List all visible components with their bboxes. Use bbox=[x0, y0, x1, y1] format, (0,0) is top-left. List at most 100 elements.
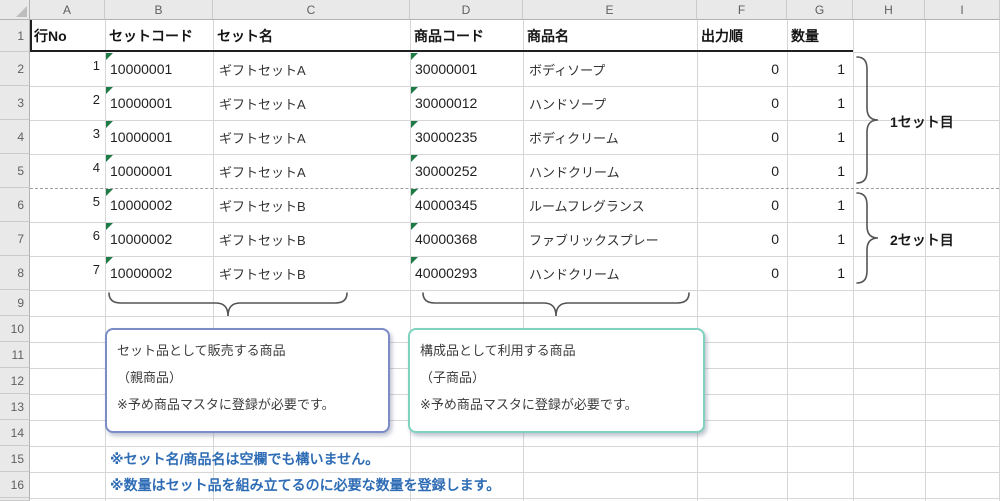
column-header-e[interactable]: E bbox=[523, 0, 697, 20]
error-triangle-icon bbox=[106, 189, 113, 196]
cell-F3[interactable]: 0 bbox=[697, 86, 787, 120]
cell-C5[interactable]: ギフトセットA bbox=[213, 154, 410, 188]
row-header-9[interactable]: 9 bbox=[0, 290, 30, 316]
cell-C7[interactable]: ギフトセットB bbox=[213, 222, 410, 256]
set1-brace-icon[interactable] bbox=[855, 56, 881, 184]
column-header-f[interactable]: F bbox=[697, 0, 787, 20]
error-triangle-icon bbox=[106, 257, 113, 264]
cell-B1[interactable]: セットコード bbox=[105, 20, 213, 52]
cell-B6[interactable]: 10000002 bbox=[105, 188, 213, 222]
cell-G2[interactable]: 1 bbox=[787, 52, 853, 86]
cell-G1[interactable]: 数量 bbox=[787, 20, 853, 52]
cell-D6[interactable]: 40000345 bbox=[410, 188, 523, 222]
column-header-c[interactable]: C bbox=[213, 0, 410, 20]
cell-E3[interactable]: ハンドソープ bbox=[523, 86, 697, 120]
column-header-a[interactable]: A bbox=[30, 0, 105, 20]
row-header-13[interactable]: 13 bbox=[0, 394, 30, 420]
cell-F6[interactable]: 0 bbox=[697, 188, 787, 222]
gridline-col bbox=[925, 20, 926, 501]
cell-F7[interactable]: 0 bbox=[697, 222, 787, 256]
cell-A3[interactable]: 2 bbox=[30, 86, 105, 120]
cell-G4[interactable]: 1 bbox=[787, 120, 853, 154]
cell-E1[interactable]: 商品名 bbox=[523, 20, 697, 52]
error-triangle-icon bbox=[106, 53, 113, 60]
cell-A7[interactable]: 6 bbox=[30, 222, 105, 256]
cell-G3[interactable]: 1 bbox=[787, 86, 853, 120]
cell-E6[interactable]: ルームフレグランス bbox=[523, 188, 697, 222]
cell-F8[interactable]: 0 bbox=[697, 256, 787, 290]
cell-F5[interactable]: 0 bbox=[697, 154, 787, 188]
parent-item-callout[interactable]: セット品として販売する商品 （親商品） ※予め商品マスタに登録が必要です。 bbox=[105, 328, 390, 433]
select-all-corner[interactable] bbox=[0, 0, 30, 20]
row-header-1[interactable]: 1 bbox=[0, 20, 30, 52]
child-callout-line2: （子商品） bbox=[420, 364, 693, 391]
cell-D7[interactable]: 40000368 bbox=[410, 222, 523, 256]
cell-G7[interactable]: 1 bbox=[787, 222, 853, 256]
cell-A2[interactable]: 1 bbox=[30, 52, 105, 86]
column-header-b[interactable]: B bbox=[105, 0, 213, 20]
cell-B8[interactable]: 10000002 bbox=[105, 256, 213, 290]
cell-C8[interactable]: ギフトセットB bbox=[213, 256, 410, 290]
cell-A8[interactable]: 7 bbox=[30, 256, 105, 290]
cell-D4[interactable]: 30000235 bbox=[410, 120, 523, 154]
cell-E8[interactable]: ハンドクリーム bbox=[523, 256, 697, 290]
column-header-i[interactable]: I bbox=[925, 0, 1000, 20]
cell-F2[interactable]: 0 bbox=[697, 52, 787, 86]
row-header-3[interactable]: 3 bbox=[0, 86, 30, 120]
cell-D3[interactable]: 30000012 bbox=[410, 86, 523, 120]
row-header-4[interactable]: 4 bbox=[0, 120, 30, 154]
child-columns-brace-icon[interactable] bbox=[422, 291, 690, 321]
parent-columns-brace-icon[interactable] bbox=[108, 291, 348, 321]
cell-F1[interactable]: 出力順 bbox=[697, 20, 787, 52]
row-header-11[interactable]: 11 bbox=[0, 342, 30, 368]
row-header-10[interactable]: 10 bbox=[0, 316, 30, 342]
cell-A1[interactable]: 行No bbox=[30, 20, 105, 52]
cell-G5[interactable]: 1 bbox=[787, 154, 853, 188]
row-header-2[interactable]: 2 bbox=[0, 52, 30, 86]
row-header-7[interactable]: 7 bbox=[0, 222, 30, 256]
cell-C6[interactable]: ギフトセットB bbox=[213, 188, 410, 222]
cell-D2[interactable]: 30000001 bbox=[410, 52, 523, 86]
error-triangle-icon bbox=[411, 257, 418, 264]
footnote-quantity[interactable]: ※数量はセット品を組み立てるのに必要な数量を登録します。 bbox=[110, 472, 500, 498]
error-triangle-icon bbox=[106, 87, 113, 94]
row-header-15[interactable]: 15 bbox=[0, 446, 30, 472]
gridline-col bbox=[853, 20, 854, 501]
row-header-16[interactable]: 16 bbox=[0, 472, 30, 498]
cell-C2[interactable]: ギフトセットA bbox=[213, 52, 410, 86]
cell-B4[interactable]: 10000001 bbox=[105, 120, 213, 154]
cell-B2[interactable]: 10000001 bbox=[105, 52, 213, 86]
set2-brace-icon[interactable] bbox=[855, 192, 881, 284]
row-header-12[interactable]: 12 bbox=[0, 368, 30, 394]
cell-B3[interactable]: 10000001 bbox=[105, 86, 213, 120]
cell-C3[interactable]: ギフトセットA bbox=[213, 86, 410, 120]
cell-A4[interactable]: 3 bbox=[30, 120, 105, 154]
column-header-g[interactable]: G bbox=[787, 0, 853, 20]
child-callout-line1: 構成品として利用する商品 bbox=[420, 337, 693, 364]
cell-C1[interactable]: セット名 bbox=[213, 20, 410, 52]
cell-A6[interactable]: 5 bbox=[30, 188, 105, 222]
footnote-set-name[interactable]: ※セット名/商品名は空欄でも構いません。 bbox=[110, 446, 379, 472]
cell-B7[interactable]: 10000002 bbox=[105, 222, 213, 256]
cell-A5[interactable]: 4 bbox=[30, 154, 105, 188]
row-header-5[interactable]: 5 bbox=[0, 154, 30, 188]
cell-C4[interactable]: ギフトセットA bbox=[213, 120, 410, 154]
cell-D8[interactable]: 40000293 bbox=[410, 256, 523, 290]
cell-F4[interactable]: 0 bbox=[697, 120, 787, 154]
cell-E5[interactable]: ハンドクリーム bbox=[523, 154, 697, 188]
cell-G8[interactable]: 1 bbox=[787, 256, 853, 290]
row-header-6[interactable]: 6 bbox=[0, 188, 30, 222]
child-item-callout[interactable]: 構成品として利用する商品 （子商品） ※予め商品マスタに登録が必要です。 bbox=[408, 328, 705, 433]
column-header-d[interactable]: D bbox=[410, 0, 523, 20]
cell-E4[interactable]: ボディクリーム bbox=[523, 120, 697, 154]
column-header-h[interactable]: H bbox=[853, 0, 925, 20]
cell-E7[interactable]: ファブリックスプレー bbox=[523, 222, 697, 256]
error-triangle-icon bbox=[106, 223, 113, 230]
cell-D1[interactable]: 商品コード bbox=[410, 20, 523, 52]
cell-D5[interactable]: 30000252 bbox=[410, 154, 523, 188]
row-header-14[interactable]: 14 bbox=[0, 420, 30, 446]
cell-G6[interactable]: 1 bbox=[787, 188, 853, 222]
cell-E2[interactable]: ボディソープ bbox=[523, 52, 697, 86]
row-header-8[interactable]: 8 bbox=[0, 256, 30, 290]
cell-B5[interactable]: 10000001 bbox=[105, 154, 213, 188]
